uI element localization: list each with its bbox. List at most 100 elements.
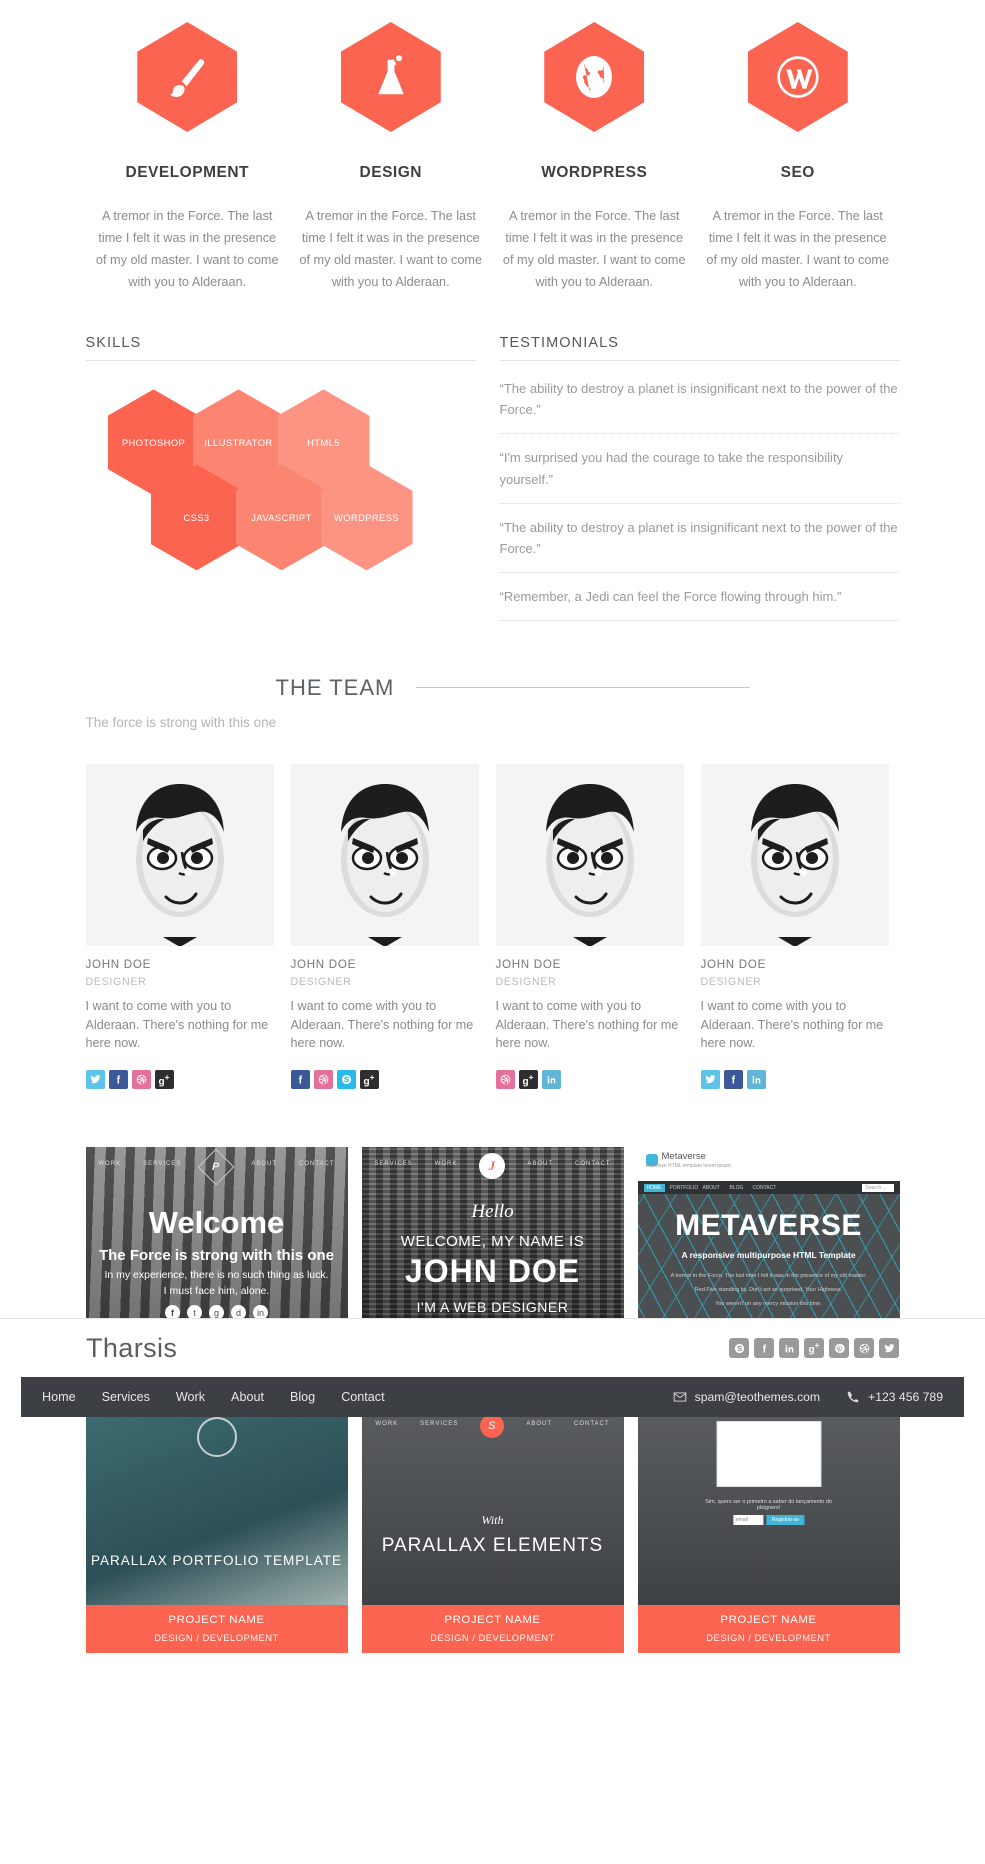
phone-icon [847, 1391, 859, 1403]
avatar [495, 763, 684, 946]
thumb-brandname: Metaverse [661, 1151, 706, 1163]
thumb-nav-item[interactable]: PORTFOLIO [670, 1185, 699, 1191]
service-card[interactable]: WORDPRESS A tremor in the Force. The las… [493, 22, 697, 293]
twitter-icon[interactable] [700, 1070, 720, 1090]
thumb-navbar: HOME PORTFOLIO ABOUT BLOG CONTACT Search… [637, 1181, 900, 1195]
skill-label: JAVASCRIPT [251, 511, 312, 523]
email-field[interactable]: email [732, 1515, 764, 1526]
member-socials: g+ [495, 1070, 684, 1090]
thumb-nav-item[interactable]: ABOUT [703, 1185, 720, 1191]
thumb-p2: I must face him, alone. [163, 1285, 270, 1298]
member-socials: g+ [85, 1070, 274, 1090]
service-icon-wrap [297, 22, 485, 132]
dribbble-icon[interactable] [131, 1070, 151, 1090]
thumb-nav-item[interactable]: HOME [643, 1184, 665, 1193]
envelope-icon [673, 1392, 686, 1402]
register-button[interactable]: Registrar-se [766, 1515, 805, 1526]
portfolio-caption: PROJECT NAME DESIGN / DEVELOPMENT [85, 1605, 348, 1654]
search-input[interactable]: Search... [862, 1184, 894, 1193]
facebook-icon[interactable] [754, 1338, 774, 1358]
thumb-nav-item: ABOUT [526, 1421, 552, 1428]
linkedin-icon[interactable] [541, 1070, 561, 1090]
team-member[interactable]: JOHN DOE DESIGNER I want to come with yo… [495, 763, 684, 1090]
member-name: JOHN DOE [495, 957, 562, 971]
testimonial-item: “The ability to destroy a planet is insi… [499, 365, 900, 435]
service-card[interactable]: DESIGN A tremor in the Force. The last t… [289, 22, 493, 293]
thumb-p1: In my experience, there is no such thing… [104, 1269, 329, 1282]
facebook-icon[interactable] [290, 1070, 310, 1090]
nav-item-home[interactable]: Home [42, 1390, 76, 1404]
service-text: A tremor in the Force. The last time I f… [95, 209, 279, 289]
twitter-icon[interactable] [879, 1338, 899, 1358]
caption-sub: DESIGN / DEVELOPMENT [706, 1632, 831, 1644]
service-card[interactable]: DEVELOPMENT A tremor in the Force. The l… [86, 22, 290, 293]
thumb-nav-item[interactable]: CONTACT [753, 1185, 777, 1191]
facebook-icon[interactable] [108, 1070, 128, 1090]
skills-title: SKILLS [85, 335, 476, 362]
testimonials-title: TESTIMONIALS [499, 335, 900, 362]
thumb-nav-item[interactable]: BLOG [730, 1185, 744, 1191]
nav-item-work[interactable]: Work [176, 1390, 205, 1404]
dribbble-icon[interactable] [313, 1070, 333, 1090]
thumb-h1: METAVERSE [675, 1209, 862, 1243]
member-role: DESIGNER [85, 975, 147, 988]
google-plus-icon[interactable]: g+ [804, 1338, 824, 1358]
nav-item-about[interactable]: About [231, 1390, 264, 1404]
nav-item-contact[interactable]: Contact [341, 1390, 384, 1404]
thumb-h1: JOHN DOE [404, 1253, 581, 1290]
portfolio-thumbnail: Metaverse aspiniove HTML template lorem … [637, 1147, 900, 1346]
thumb-script: Hello [471, 1201, 514, 1223]
google-plus-icon[interactable]: g+ [518, 1070, 538, 1090]
avatar [85, 763, 274, 946]
service-card[interactable]: SEO A tremor in the Force. The last time… [696, 22, 900, 293]
skill-label: ILLUSTRATOR [204, 436, 273, 448]
contact-email[interactable]: spam@teothemes.com [673, 1390, 820, 1404]
service-title: DEVELOPMENT [125, 164, 249, 181]
pinterest-icon[interactable] [829, 1338, 849, 1358]
portfolio-item[interactable]: Sim, quero ser o primeiro a saber do lan… [637, 1407, 900, 1654]
caption-title: PROJECT NAME [168, 1614, 265, 1627]
service-title: DESIGN [359, 164, 422, 181]
skype-icon[interactable] [336, 1070, 356, 1090]
portfolio-thumbnail: SERVICES WORK J ABOUT CONTACT Hello WELC… [361, 1147, 624, 1346]
google-plus-icon[interactable]: g+ [154, 1070, 174, 1090]
team-member[interactable]: JOHN DOE DESIGNER I want to come with yo… [290, 763, 479, 1090]
linkedin-icon[interactable] [779, 1338, 799, 1358]
paintbrush-icon [137, 22, 238, 132]
avatar-illustration [135, 783, 224, 946]
thumb-browser-header: Metaverse aspiniove HTML template lorem … [637, 1147, 900, 1182]
member-role: DESIGNER [700, 975, 762, 988]
service-icon-wrap [501, 22, 689, 132]
member-name: JOHN DOE [85, 957, 152, 971]
skills-column: SKILLS PHOTOSHOP ILLUSTRATOR HTML5 CSS3 … [85, 335, 476, 620]
member-role: DESIGNER [290, 975, 352, 988]
thumb-h1: Welcome [148, 1205, 285, 1241]
team-member[interactable]: JOHN DOE DESIGNER I want to come with yo… [85, 763, 274, 1090]
nav-item-services[interactable]: Services [102, 1390, 150, 1404]
portfolio-thumbnail: PARALLAX PORTFOLIO TEMPLATE [85, 1407, 348, 1606]
skill-label: CSS3 [183, 511, 210, 523]
contact-phone[interactable]: +123 456 789 [846, 1390, 943, 1404]
footer-socials: g+ [729, 1338, 899, 1358]
thumb-nav-item: CONTACT [574, 1421, 610, 1428]
nav-items: Home Services Work About Blog Contact [42, 1390, 385, 1404]
thumb-p2: Red Five standing by. Don't act so surpr… [694, 1287, 843, 1294]
twitter-icon[interactable] [85, 1070, 105, 1090]
skype-icon[interactable] [729, 1338, 749, 1358]
service-title: SEO [780, 164, 815, 181]
facebook-icon[interactable] [723, 1070, 743, 1090]
dribbble-icon[interactable] [495, 1070, 515, 1090]
linkedin-icon[interactable] [746, 1070, 766, 1090]
portfolio-item[interactable]: WORK SERVICES S ABOUT CONTACT With PARAL… [361, 1407, 624, 1654]
testimonials-column: TESTIMONIALS “The ability to destroy a p… [499, 335, 900, 621]
thumb-h2: The Force is strong with this one [98, 1247, 335, 1265]
team-member[interactable]: JOHN DOE DESIGNER I want to come with yo… [700, 763, 889, 1090]
dribbble-icon[interactable] [854, 1338, 874, 1358]
caption-sub: DESIGN / DEVELOPMENT [430, 1632, 555, 1644]
site-brand[interactable]: Tharsis [86, 1333, 177, 1364]
avatar-illustration [750, 783, 839, 946]
nav-item-blog[interactable]: Blog [290, 1390, 315, 1404]
portfolio-item[interactable]: PARALLAX PORTFOLIO TEMPLATE PROJECT NAME… [85, 1407, 348, 1654]
caption-sub: DESIGN / DEVELOPMENT [154, 1632, 279, 1644]
google-plus-icon[interactable]: g+ [359, 1070, 379, 1090]
